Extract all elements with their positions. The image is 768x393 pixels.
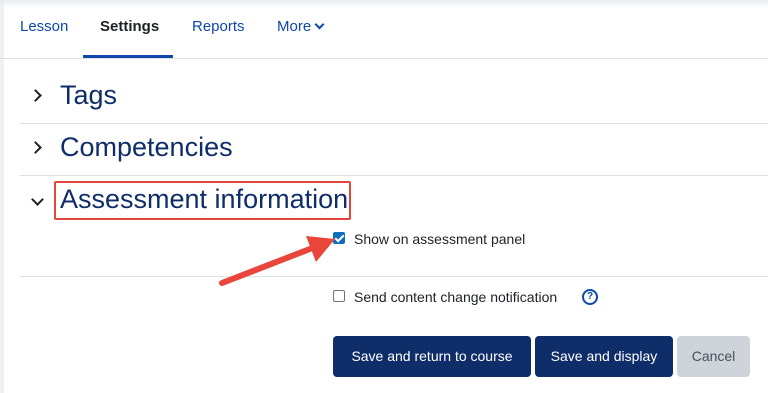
save-and-return-to-course-button[interactable]: Save and return to course [333,336,531,377]
save-and-display-button[interactable]: Save and display [535,336,673,377]
cancel-button[interactable]: Cancel [677,336,750,377]
arrow-annotation [219,236,335,286]
arrow-annotation-shaft [219,244,318,286]
